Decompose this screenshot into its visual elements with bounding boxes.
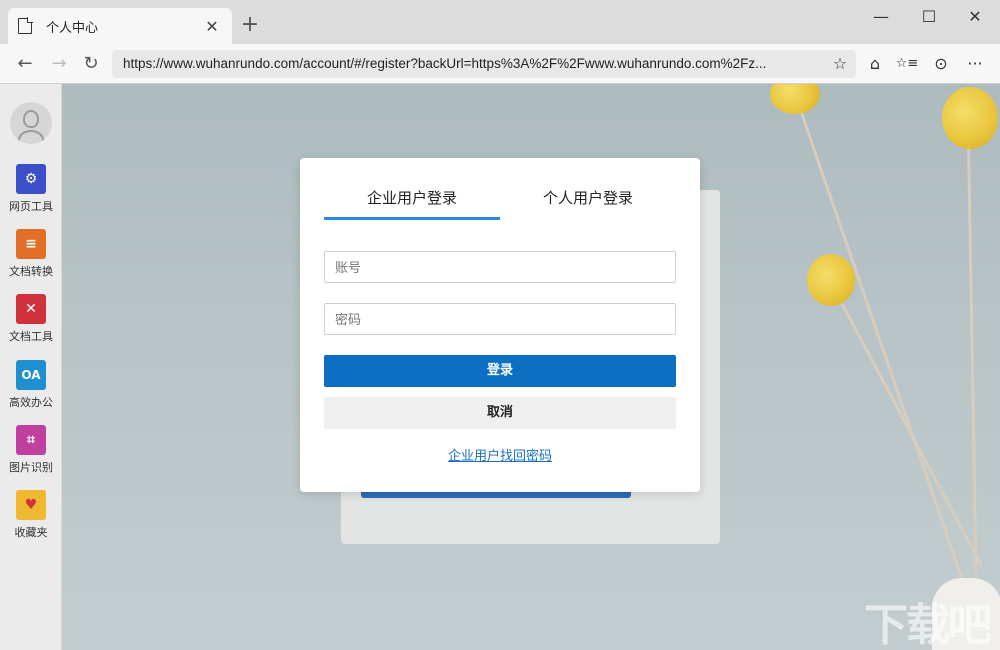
account-input[interactable] bbox=[324, 251, 676, 283]
sidebar-item-label: 高效办公 bbox=[9, 396, 53, 409]
flower-head bbox=[807, 254, 855, 306]
page-icon bbox=[18, 17, 33, 34]
doc-tools-icon: ✕ bbox=[16, 294, 46, 324]
sidebar-item-favorites[interactable]: ♥ 收藏夹 bbox=[0, 490, 62, 540]
flower-stem bbox=[797, 103, 976, 616]
sidebar-item-office[interactable]: OA 高效办公 bbox=[0, 360, 62, 410]
title-bar: 个人中心 ✕ + — ☐ ✕ bbox=[0, 0, 1000, 44]
cancel-button[interactable]: 取消 bbox=[324, 397, 676, 429]
password-input[interactable] bbox=[324, 303, 676, 335]
favorites-folder-icon: ♥ bbox=[16, 490, 46, 520]
favorites-list-button[interactable]: ☆≡ bbox=[894, 52, 920, 76]
address-bar[interactable]: https://www.wuhanrundo.com/account/#/reg… bbox=[112, 50, 856, 78]
favorite-star-icon[interactable]: ☆ bbox=[828, 52, 852, 76]
flower-stem bbox=[830, 283, 984, 568]
sidebar-item-web-tools[interactable]: ⚙ 网页工具 bbox=[0, 164, 62, 214]
avatar-head bbox=[23, 110, 39, 128]
home-button[interactable]: ⌂ bbox=[862, 52, 888, 76]
tab-close-icon[interactable]: ✕ bbox=[202, 17, 222, 36]
avatar[interactable] bbox=[10, 102, 52, 144]
office-icon: OA bbox=[16, 360, 46, 390]
avatar-body bbox=[18, 130, 44, 144]
login-tabs: 企业用户登录 个人用户登录 bbox=[324, 186, 676, 220]
recover-password-link[interactable]: 企业用户找回密码 bbox=[300, 445, 700, 464]
new-tab-button[interactable]: + bbox=[238, 14, 262, 36]
login-dialog: 企业用户登录 个人用户登录 登录 取消 企业用户找回密码 bbox=[300, 158, 700, 492]
sidebar-item-image-recognition[interactable]: ⌗ 图片识别 bbox=[0, 425, 62, 475]
navigation-bar: ← → ↻ https://www.wuhanrundo.com/account… bbox=[0, 44, 1000, 84]
back-button[interactable]: ← bbox=[12, 52, 38, 76]
maximize-button[interactable]: ☐ bbox=[906, 4, 952, 32]
tab-personal-login[interactable]: 个人用户登录 bbox=[500, 186, 676, 210]
flower-head bbox=[942, 87, 998, 149]
more-menu-button[interactable]: ··· bbox=[962, 52, 988, 76]
tab-enterprise-login[interactable]: 企业用户登录 bbox=[324, 186, 500, 220]
minimize-button[interactable]: — bbox=[858, 4, 904, 32]
sidebar: ⚙ 网页工具 ≡ 文档转换 ✕ 文档工具 OA 高效办公 ⌗ 图片识别 ♥ 收藏… bbox=[0, 84, 62, 650]
flower-stem bbox=[967, 143, 979, 644]
sidebar-item-label: 收藏夹 bbox=[14, 526, 48, 539]
login-button[interactable]: 登录 bbox=[324, 355, 676, 387]
doc-convert-icon: ≡ bbox=[16, 229, 46, 259]
sidebar-item-label: 文档工具 bbox=[9, 330, 53, 343]
collections-button[interactable]: ⊙ bbox=[928, 52, 954, 76]
forward-button[interactable]: → bbox=[46, 52, 72, 76]
browser-tab[interactable]: 个人中心 ✕ bbox=[8, 8, 232, 44]
sidebar-item-label: 网页工具 bbox=[9, 200, 53, 213]
sidebar-item-label: 图片识别 bbox=[9, 461, 53, 474]
web-tools-icon: ⚙ bbox=[16, 164, 46, 194]
image-recognition-icon: ⌗ bbox=[16, 425, 46, 455]
flower-head bbox=[770, 84, 820, 114]
refresh-button[interactable]: ↻ bbox=[78, 52, 104, 76]
watermark-logo: 下载吧 bbox=[864, 600, 992, 650]
tab-title: 个人中心 bbox=[46, 20, 99, 36]
sidebar-item-label: 文档转换 bbox=[9, 265, 53, 278]
sidebar-item-doc-convert[interactable]: ≡ 文档转换 bbox=[0, 229, 62, 279]
sidebar-item-doc-tools[interactable]: ✕ 文档工具 bbox=[0, 294, 62, 344]
close-window-button[interactable]: ✕ bbox=[952, 4, 998, 32]
